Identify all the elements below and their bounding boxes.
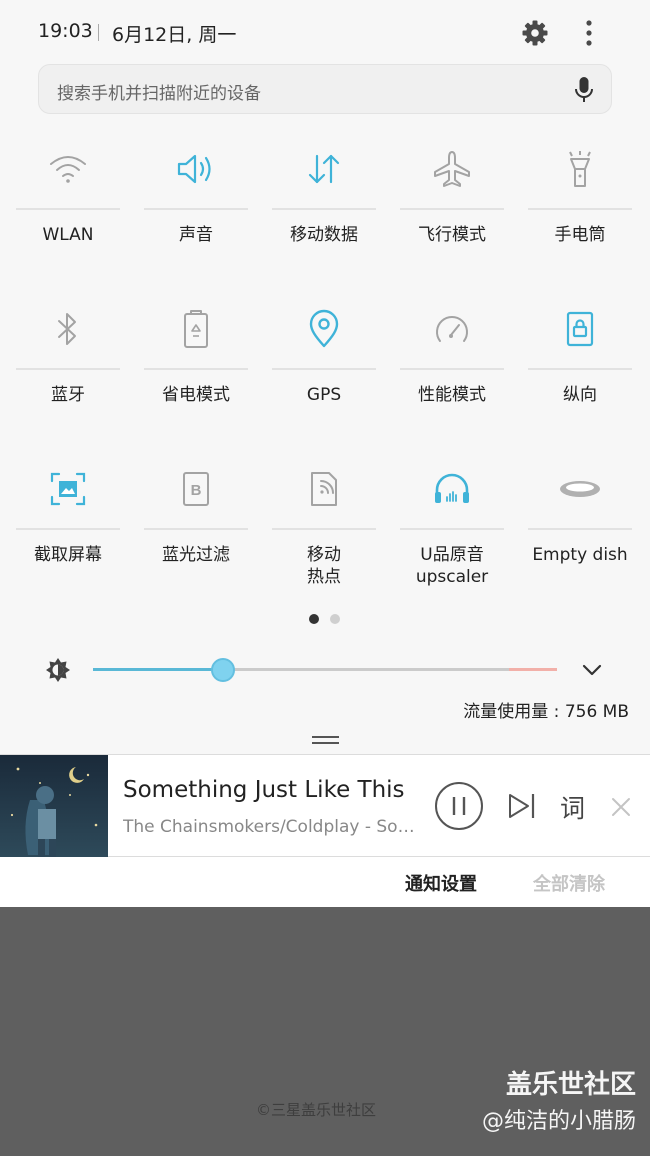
date: 6月12日, 周一 bbox=[112, 24, 237, 46]
device-search-bar[interactable]: 搜索手机并扫描附近的设备 bbox=[38, 64, 612, 114]
tile-sound[interactable]: 声音 bbox=[144, 128, 248, 288]
page-indicator bbox=[309, 614, 349, 626]
next-track-icon[interactable] bbox=[506, 791, 538, 821]
slider-thumb[interactable] bbox=[211, 658, 235, 682]
tile-label: 蓝光过滤 bbox=[162, 545, 230, 565]
tile-divider bbox=[528, 528, 632, 530]
search-placeholder: 搜索手机并扫描附近的设备 bbox=[57, 84, 261, 104]
data-usage-text: 流量使用量 : 756 MB bbox=[463, 702, 629, 722]
artist-name: The Chainsmokers/Coldplay - Something Ju… bbox=[123, 817, 423, 837]
tile-divider bbox=[400, 208, 504, 210]
tile-divider bbox=[144, 208, 248, 210]
drag-handle-icon[interactable] bbox=[312, 735, 339, 745]
brightness-icon bbox=[46, 658, 70, 682]
lyrics-button[interactable]: 词 bbox=[560, 789, 585, 825]
sound-icon bbox=[171, 144, 221, 194]
tile-label: U品原音 upscaler bbox=[415, 545, 489, 587]
wifi-icon bbox=[43, 144, 93, 194]
tile-label: 蓝牙 bbox=[51, 385, 85, 405]
tile-mobile-data[interactable]: 移动数据 bbox=[272, 128, 376, 288]
tile-battery-saver[interactable]: 省电模式 bbox=[144, 288, 248, 448]
tile-divider bbox=[272, 208, 376, 210]
divider bbox=[98, 24, 99, 41]
tile-label: 省电模式 bbox=[162, 385, 230, 405]
slider-outdoor-zone bbox=[509, 668, 557, 671]
pause-button[interactable] bbox=[434, 781, 484, 831]
watermark-brand: 盖乐世社区 bbox=[505, 1070, 636, 1100]
bluetooth-icon bbox=[43, 304, 93, 354]
tile-label: 移动 热点 bbox=[307, 545, 341, 587]
tile-label: 移动数据 bbox=[290, 225, 358, 245]
tile-divider bbox=[272, 368, 376, 370]
tile-label: 截取屏幕 bbox=[34, 545, 102, 565]
brightness-slider[interactable] bbox=[93, 658, 557, 682]
album-art bbox=[0, 755, 108, 857]
tile-empty-dish[interactable]: Empty dish bbox=[528, 448, 632, 608]
tile-wlan[interactable]: WLAN bbox=[16, 128, 120, 288]
tile-divider bbox=[528, 368, 632, 370]
tile-divider bbox=[16, 208, 120, 210]
tile-screenshot[interactable]: 截取屏幕 bbox=[16, 448, 120, 608]
clear-all-button[interactable]: 全部清除 bbox=[533, 870, 605, 896]
battery-saver-icon bbox=[171, 304, 221, 354]
page-dot bbox=[330, 614, 340, 624]
notification-settings-button[interactable]: 通知设置 bbox=[405, 870, 477, 896]
airplane-icon bbox=[427, 144, 477, 194]
hotspot-icon bbox=[299, 464, 349, 514]
more-options-icon[interactable] bbox=[575, 18, 603, 48]
flashlight-icon bbox=[555, 144, 605, 194]
tile-label: GPS bbox=[306, 385, 342, 405]
tile-bluetooth[interactable]: 蓝牙 bbox=[16, 288, 120, 448]
notification-actions-bar: 通知设置 全部清除 bbox=[0, 857, 650, 907]
tile-label: 纵向 bbox=[563, 385, 597, 405]
tile-divider bbox=[272, 528, 376, 530]
screenshot-icon bbox=[43, 464, 93, 514]
performance-icon bbox=[427, 304, 477, 354]
quick-settings-panel: 19:03 6月12日, 周一 搜索手机并扫描附近的设备 WLAN 声音 移动数… bbox=[0, 0, 650, 754]
tile-divider bbox=[400, 368, 504, 370]
tile-upscaler[interactable]: U品原音 upscaler bbox=[400, 448, 504, 608]
tile-divider bbox=[144, 368, 248, 370]
slider-fill bbox=[93, 668, 223, 671]
tile-label: Empty dish bbox=[532, 545, 628, 565]
dish-icon bbox=[555, 464, 605, 514]
watermark-user: @纯洁的小腊肠 bbox=[481, 1109, 636, 1134]
svg-text:B: B bbox=[191, 482, 202, 499]
tile-label: 飞行模式 bbox=[418, 225, 486, 245]
tile-divider bbox=[528, 208, 632, 210]
tile-performance-mode[interactable]: 性能模式 bbox=[400, 288, 504, 448]
tile-label: WLAN bbox=[42, 225, 94, 245]
tile-flashlight[interactable]: 手电筒 bbox=[528, 128, 632, 288]
close-icon[interactable] bbox=[609, 795, 633, 819]
tile-label: 声音 bbox=[179, 225, 213, 245]
microphone-icon[interactable] bbox=[571, 75, 597, 105]
status-bar: 19:03 6月12日, 周一 bbox=[0, 0, 650, 64]
tile-blue-light-filter[interactable]: B 蓝光过滤 bbox=[144, 448, 248, 608]
gps-icon bbox=[299, 304, 349, 354]
tile-divider bbox=[16, 528, 120, 530]
portrait-lock-icon bbox=[555, 304, 605, 354]
tile-portrait[interactable]: 纵向 bbox=[528, 288, 632, 448]
tile-label: 手电筒 bbox=[554, 225, 606, 245]
tile-divider bbox=[400, 528, 504, 530]
chevron-down-icon[interactable] bbox=[578, 658, 606, 682]
tile-airplane-mode[interactable]: 飞行模式 bbox=[400, 128, 504, 288]
mobile-data-icon bbox=[299, 144, 349, 194]
tile-divider bbox=[16, 368, 120, 370]
tile-label: 性能模式 bbox=[418, 385, 486, 405]
gear-icon[interactable] bbox=[520, 18, 550, 48]
page-dot-active bbox=[309, 614, 319, 624]
tile-mobile-hotspot[interactable]: 移动 热点 bbox=[272, 448, 376, 608]
copyright-text: ©三星盖乐世社区 bbox=[256, 1101, 377, 1119]
blue-light-filter-icon: B bbox=[171, 464, 221, 514]
headphones-icon bbox=[427, 464, 477, 514]
media-notification[interactable]: Something Just Like This The Chainsmoker… bbox=[0, 754, 650, 857]
tile-divider bbox=[144, 528, 248, 530]
tile-gps[interactable]: GPS bbox=[272, 288, 376, 448]
song-title: Something Just Like This bbox=[123, 777, 405, 803]
clock: 19:03 bbox=[38, 20, 93, 42]
